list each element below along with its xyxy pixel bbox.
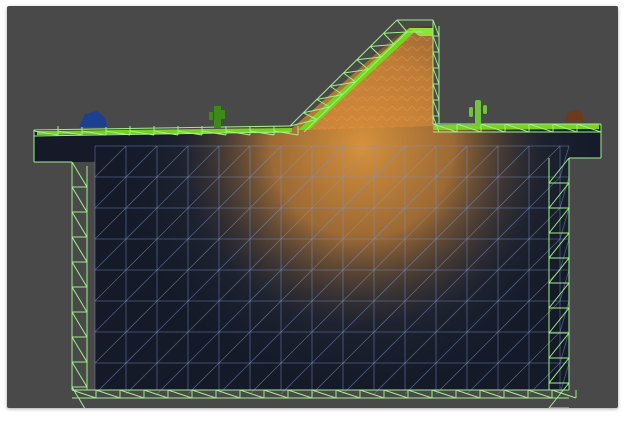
wire-tri [71, 361, 88, 388]
wire-tri [71, 186, 88, 213]
wire-tri [71, 311, 88, 338]
wire-tri [432, 51, 440, 69]
wire-tri [503, 389, 529, 399]
wire-tri [95, 389, 121, 399]
wire-tri [71, 336, 88, 363]
wire-tri [432, 99, 440, 117]
wire-tri [383, 389, 409, 399]
wire-tri [432, 35, 440, 53]
wire-tri [263, 389, 289, 399]
wire-tri [527, 389, 553, 399]
wire-tri [432, 19, 440, 37]
brown-rock-icon[interactable] [565, 110, 583, 122]
wire-tri [455, 389, 481, 399]
wire-tri [71, 161, 88, 188]
window-frame [0, 0, 625, 426]
wire-tri [71, 211, 88, 238]
wire-tri [239, 389, 265, 399]
wire-tri [311, 389, 337, 399]
wire-tri [551, 389, 577, 399]
wire-tri [335, 389, 361, 399]
wire-tri [71, 261, 88, 288]
scene-canvas[interactable] [7, 6, 618, 408]
green-plant-icon[interactable] [209, 106, 225, 128]
wire-tri [407, 389, 433, 399]
blue-rock-icon[interactable] [79, 111, 107, 127]
wire-tri [71, 236, 88, 263]
scene-viewport[interactable] [7, 6, 618, 408]
grass-top-right [433, 124, 599, 130]
wire-tri [191, 389, 217, 399]
wire-tri [396, 19, 408, 33]
wire-tri [143, 389, 169, 399]
wire-tri [431, 389, 457, 399]
wire-tri [71, 286, 88, 313]
cactus-icon[interactable] [469, 100, 487, 126]
wire-tri [432, 83, 440, 101]
wire-tri [359, 389, 385, 399]
wire-tri [71, 389, 97, 399]
wire-tri [119, 389, 145, 399]
wire-tri [432, 67, 440, 85]
wire-tri [287, 389, 313, 399]
wire-tri [215, 389, 241, 399]
